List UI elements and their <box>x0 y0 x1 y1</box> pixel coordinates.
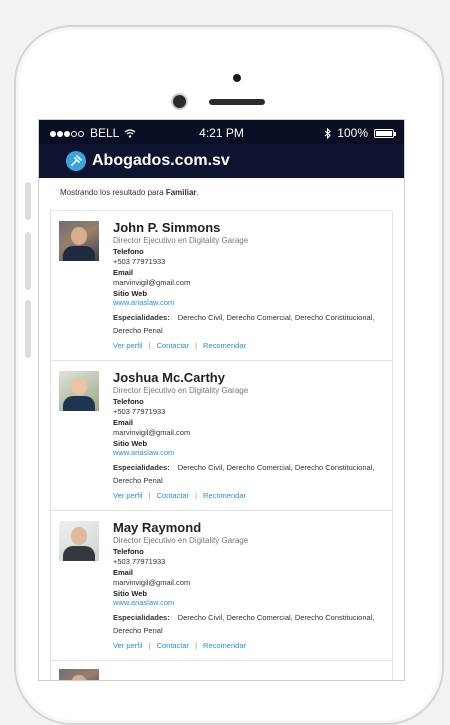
phone-label: Telefono <box>113 247 144 256</box>
website-label: Sitio Web <box>113 289 148 298</box>
app-header: Abogados.com.sv <box>39 144 404 178</box>
lawyer-role: Director Ejecutivo en Digitality Garage <box>113 386 249 395</box>
lawyer-card: John P. Simmons Director Ejecutivo en Di… <box>50 211 393 361</box>
lawyer-photo <box>59 371 99 411</box>
specialties-label: Especialidades: <box>113 313 170 322</box>
lawyer-photo <box>59 669 99 680</box>
contact-link[interactable]: Contactar <box>157 341 190 350</box>
email-label: Email <box>113 568 134 577</box>
specialties-label: Especialidades: <box>113 613 170 622</box>
card-actions: Ver perfil | Contactar | Recomendar <box>113 491 246 500</box>
card-actions: Ver perfil | Contactar | Recomendar <box>113 641 246 650</box>
lawyer-role: Director Ejecutivo en Digitality Garage <box>113 536 249 545</box>
email-value: marvinvigil@gmail.com <box>113 428 191 437</box>
website-label: Sitio Web <box>113 589 148 598</box>
status-bar: BELL 4:21 PM 100% <box>39 120 404 144</box>
email-label: Email <box>113 268 134 277</box>
results-query: Familiar <box>165 188 197 197</box>
lawyer-photo <box>59 521 99 561</box>
earpiece-speaker <box>209 99 265 105</box>
lawyer-card-partial <box>50 661 393 680</box>
website-link[interactable]: www.ariaslaw.com <box>113 298 384 307</box>
front-camera <box>173 95 186 108</box>
phone-value: +503 77971933 <box>113 557 166 566</box>
email-value: marvinvigil@gmail.com <box>113 278 191 287</box>
phone-label: Telefono <box>113 547 144 556</box>
volume-down-button <box>25 300 31 358</box>
app-title[interactable]: Abogados.com.sv <box>92 152 230 170</box>
battery-icon <box>374 128 396 138</box>
specialties: Especialidades: Derecho Civil, Derecho Co… <box>113 311 384 337</box>
main-content: Mostrando los resultado para Familiar. J… <box>39 178 404 680</box>
lawyer-card: May Raymond Director Ejecutivo en Digita… <box>50 511 393 661</box>
results-summary: Mostrando los resultado para Familiar. <box>50 178 393 211</box>
website-label: Sitio Web <box>113 439 148 448</box>
lawyer-role: Director Ejecutivo en Digitality Garage <box>113 236 249 245</box>
view-profile-link[interactable]: Ver perfil <box>113 491 143 500</box>
specialties: Especialidades: Derecho Civil, Derecho Co… <box>113 611 384 637</box>
view-profile-link[interactable]: Ver perfil <box>113 341 143 350</box>
contact-link[interactable]: Contactar <box>157 491 190 500</box>
website-link[interactable]: www.ariaslaw.com <box>113 598 384 607</box>
lawyer-name[interactable]: John P. Simmons <box>113 221 384 235</box>
specialties-label: Especialidades: <box>113 463 170 472</box>
phone-value: +503 77971933 <box>113 407 166 416</box>
lawyer-photo <box>59 221 99 261</box>
email-value: marvinvigil@gmail.com <box>113 578 191 587</box>
logo-icon[interactable] <box>66 151 86 171</box>
bluetooth-icon <box>324 127 332 139</box>
lawyer-card: Joshua Mc.Carthy Director Ejecutivo en D… <box>50 361 393 511</box>
specialties: Especialidades: Derecho Civil, Derecho Co… <box>113 461 384 487</box>
status-right: 100% <box>324 126 396 140</box>
mute-switch <box>25 182 31 220</box>
recommend-link[interactable]: Recomendar <box>203 491 246 500</box>
contact-link[interactable]: Contactar <box>157 641 190 650</box>
card-actions: Ver perfil | Contactar | Recomendar <box>113 341 246 350</box>
recommend-link[interactable]: Recomendar <box>203 341 246 350</box>
volume-up-button <box>25 232 31 290</box>
phone-label: Telefono <box>113 397 144 406</box>
proximity-sensor <box>233 74 241 82</box>
lawyer-name[interactable]: May Raymond <box>113 521 384 535</box>
recommend-link[interactable]: Recomendar <box>203 641 246 650</box>
view-profile-link[interactable]: Ver perfil <box>113 641 143 650</box>
lawyer-name[interactable]: Joshua Mc.Carthy <box>113 371 384 385</box>
phone-screen: BELL 4:21 PM 100% Abogados.com.sv Mostra… <box>38 119 405 681</box>
battery-percent: 100% <box>337 126 368 140</box>
website-link[interactable]: www.ariaslaw.com <box>113 448 384 457</box>
email-label: Email <box>113 418 134 427</box>
phone-value: +503 77971933 <box>113 257 166 266</box>
